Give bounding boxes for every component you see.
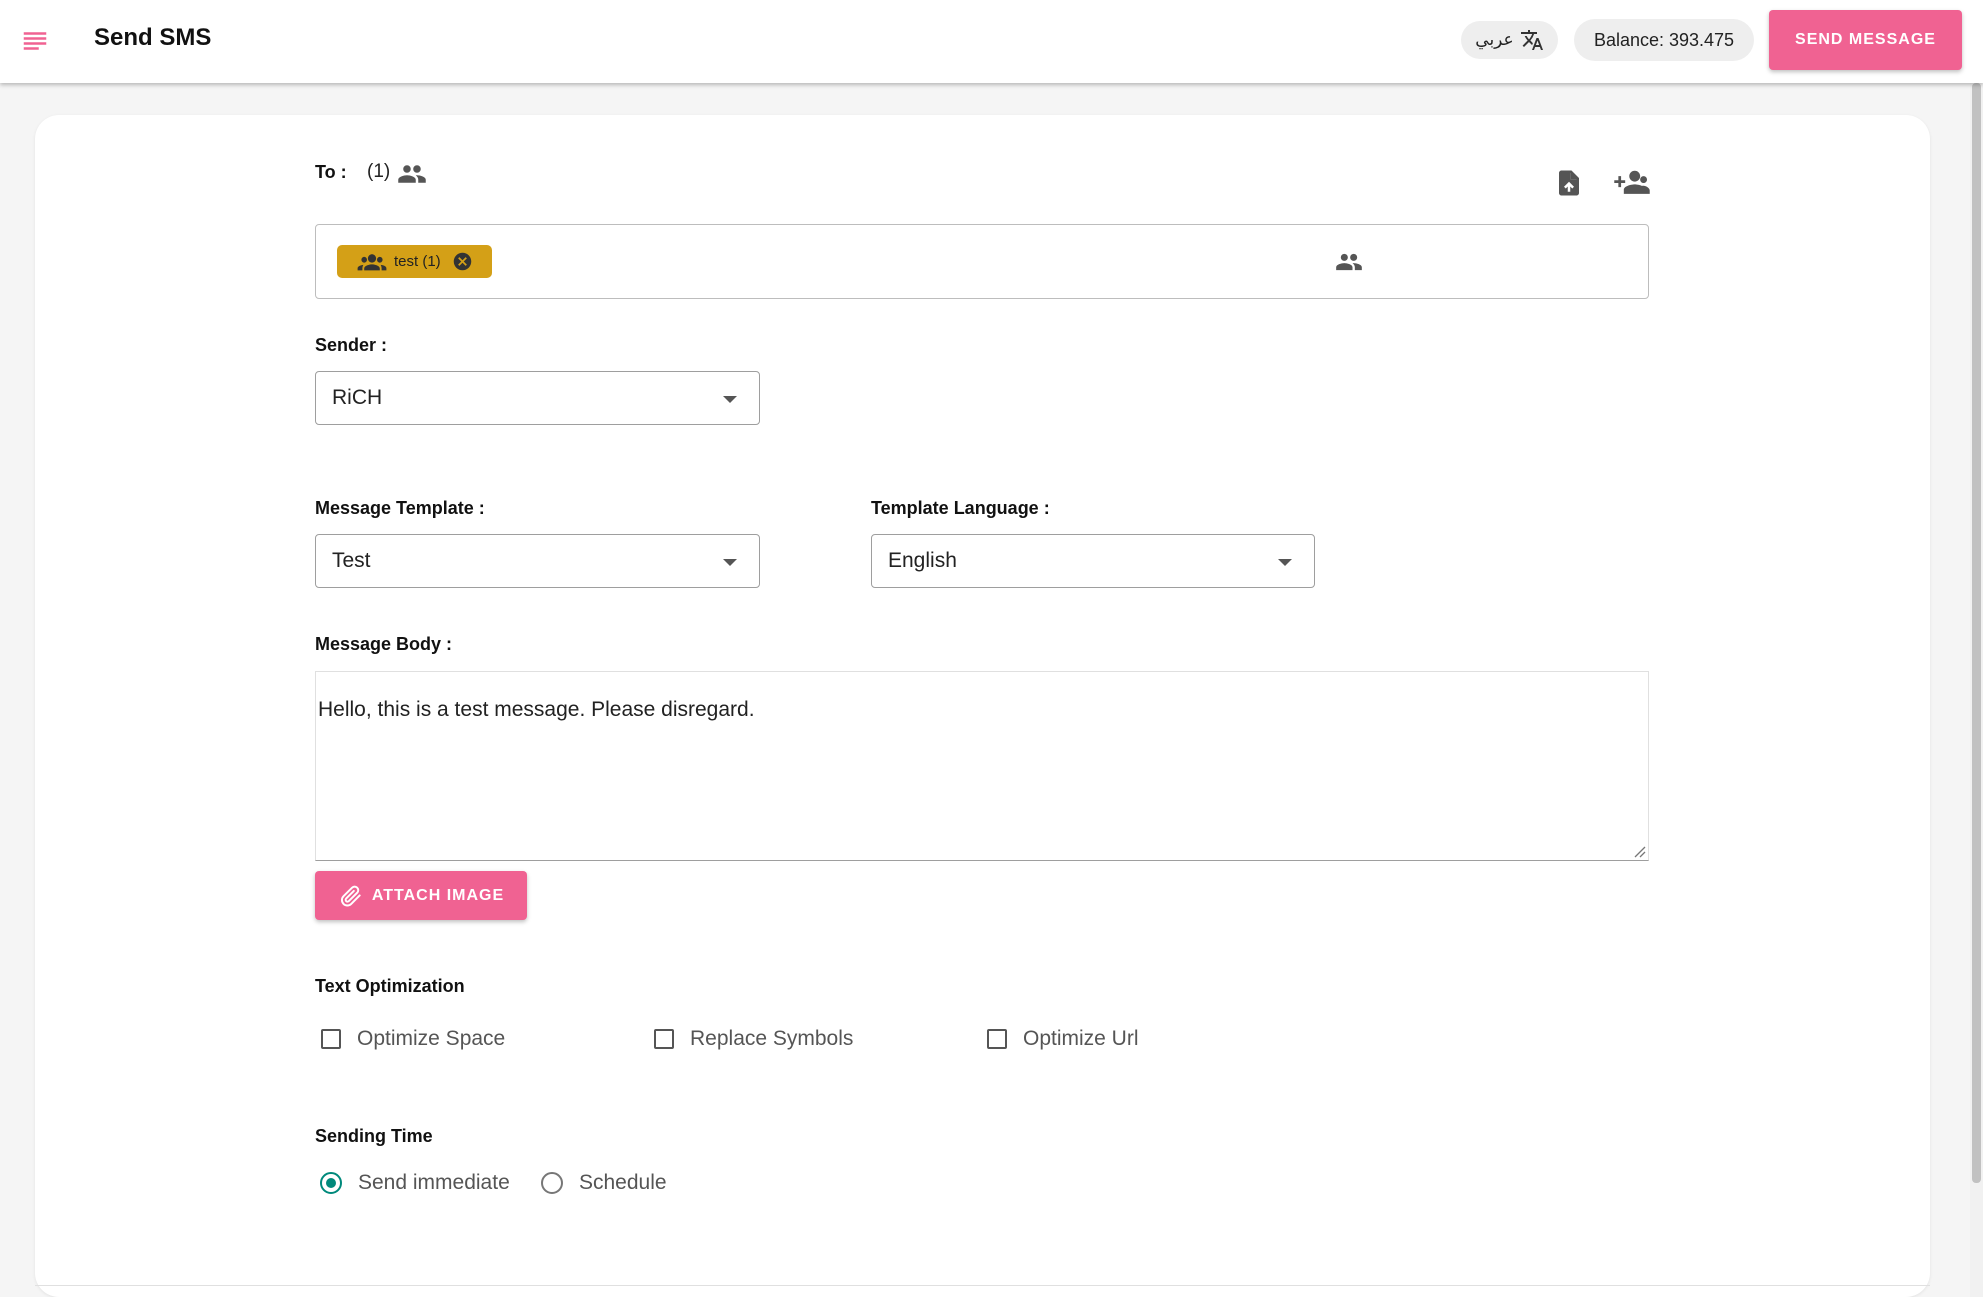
balance-badge: Balance: 393.475 (1574, 19, 1754, 61)
send-immediate-option[interactable]: Send immediate (320, 1167, 510, 1199)
template-language-value: English (888, 549, 957, 572)
recipient-count: (1) (367, 161, 391, 182)
chevron-down-icon (723, 559, 737, 566)
message-template-label: Message Template : (315, 498, 485, 518)
recipient-chip-label: test (1) (394, 253, 441, 270)
attach-image-label: ATTACH IMAGE (371, 886, 505, 904)
attach-image-button[interactable]: ATTACH IMAGE (315, 871, 527, 920)
replace-symbols-checkbox[interactable] (654, 1029, 674, 1049)
group-icon[interactable] (1334, 248, 1364, 276)
to-label: To : (315, 162, 347, 182)
language-toggle-button[interactable]: عربي (1461, 21, 1558, 59)
person-add-icon[interactable] (1614, 168, 1650, 198)
recipient-chip[interactable]: test (1) (337, 245, 492, 278)
message-template-value: Test (332, 549, 371, 572)
scrollbar-thumb[interactable] (1972, 83, 1981, 1183)
sending-time-label: Sending Time (315, 1126, 433, 1146)
optimize-space-option[interactable]: Optimize Space (321, 1023, 505, 1055)
sender-label: Sender : (315, 335, 388, 355)
card-divider (35, 1285, 1930, 1286)
resize-handle-icon[interactable] (1632, 844, 1646, 858)
translate-icon (1520, 28, 1544, 52)
group-icon (397, 159, 427, 189)
page-scrollbar[interactable] (1970, 83, 1983, 1297)
replace-symbols-option[interactable]: Replace Symbols (654, 1023, 853, 1055)
schedule-label: Schedule (579, 1171, 667, 1194)
text-optimization-label: Text Optimization (315, 976, 465, 996)
optimize-url-option[interactable]: Optimize Url (987, 1023, 1139, 1055)
optimize-space-checkbox[interactable] (321, 1029, 341, 1049)
send-message-button[interactable]: SEND MESSAGE (1769, 10, 1962, 70)
message-body-label: Message Body : (315, 634, 453, 654)
replace-symbols-label: Replace Symbols (690, 1027, 854, 1050)
optimize-space-label: Optimize Space (357, 1027, 506, 1050)
schedule-radio[interactable] (541, 1172, 563, 1194)
sender-select[interactable]: RiCH (315, 371, 760, 425)
chevron-down-icon (723, 396, 737, 403)
close-circle-icon[interactable] (452, 251, 473, 272)
recipients-input[interactable]: test (1) (315, 224, 1649, 299)
send-immediate-radio[interactable] (320, 1172, 342, 1194)
template-language-select[interactable]: English (871, 534, 1315, 588)
template-language-label: Template Language : (871, 498, 1050, 518)
sender-select-value: RiCH (332, 386, 383, 409)
upload-file-icon[interactable] (1554, 167, 1584, 199)
send-immediate-label: Send immediate (358, 1171, 510, 1194)
paperclip-icon (338, 883, 364, 909)
app-bar: Send SMS عربي Balance: 393.475 SEND MESS… (0, 0, 1983, 83)
optimize-url-label: Optimize Url (1023, 1027, 1139, 1050)
menu-icon[interactable] (18, 26, 52, 56)
language-label: عربي (1475, 30, 1514, 49)
schedule-option[interactable]: Schedule (541, 1167, 667, 1199)
message-body-textarea[interactable]: Hello, this is a test message. Please di… (315, 671, 1649, 861)
page-title: Send SMS (94, 24, 212, 51)
chevron-down-icon (1278, 559, 1292, 566)
optimize-url-checkbox[interactable] (987, 1029, 1007, 1049)
group-icon (357, 250, 387, 274)
message-template-select[interactable]: Test (315, 534, 760, 588)
